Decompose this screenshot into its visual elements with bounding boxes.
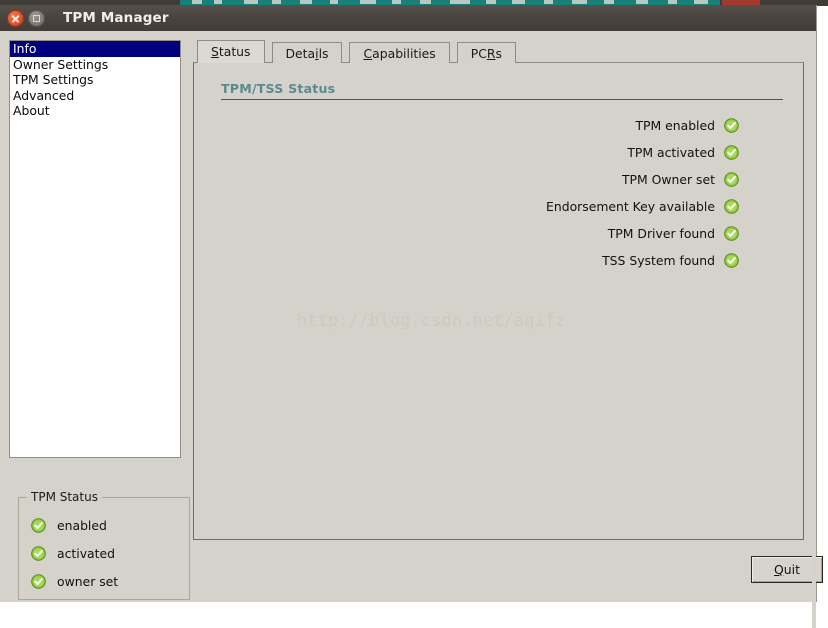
tab-status[interactable]: Status [197, 40, 265, 63]
background-speck [572, 0, 587, 4]
quit-button-label: uit [783, 562, 800, 577]
sidebar-item-about[interactable]: About [10, 103, 180, 119]
tab-capabilities[interactable]: Capabilities [349, 42, 450, 63]
check-circle-icon [724, 226, 739, 241]
check-circle-icon [31, 573, 46, 589]
check-circle-icon [31, 517, 46, 533]
tpm-status-groupbox: TPM Status enabled activated owner set [18, 490, 190, 600]
tab-details-label-a: Deta [285, 46, 316, 61]
maximize-icon[interactable] [28, 9, 45, 27]
status-row-list: TPM enabled TPM activated TPM Owner set … [194, 112, 739, 274]
status-row-tpm-activated: TPM activated [194, 139, 739, 166]
background-speck [360, 0, 376, 4]
sidebar-nav-list[interactable]: Info Owner Settings TPM Settings Advance… [9, 40, 181, 458]
tpm-status-row-enabled: enabled [31, 514, 189, 536]
sidebar-item-tpm-settings[interactable]: TPM Settings [10, 72, 180, 88]
check-circle-icon [724, 253, 739, 268]
status-row-tpm-enabled: TPM enabled [194, 112, 739, 139]
tab-details[interactable]: Details [271, 42, 343, 63]
tpm-manager-window: TPM Manager Info Owner Settings TPM Sett… [0, 5, 823, 628]
tpm-status-row-owner-set: owner set [31, 570, 189, 592]
left-column: Info Owner Settings TPM Settings Advance… [9, 40, 190, 600]
background-speck [420, 0, 431, 4]
sidebar-item-advanced[interactable]: Advanced [10, 88, 180, 104]
background-speck [544, 0, 553, 4]
tab-pcrs[interactable]: PCRs [456, 42, 516, 63]
tab-capabilities-label: apabilities [372, 46, 436, 61]
section-divider [221, 99, 783, 100]
check-circle-icon [724, 145, 739, 160]
background-speck [330, 0, 338, 4]
tpm-status-label-activated: activated [57, 545, 115, 561]
window-right-frame [812, 31, 816, 628]
status-label-tpm-driver-found: TPM Driver found [607, 226, 715, 241]
background-speck [300, 0, 312, 4]
background-speck [636, 0, 648, 4]
window-body: Info Owner Settings TPM Settings Advance… [0, 31, 823, 628]
tab-strip: Status Details Capabilities PCRs [193, 40, 804, 63]
check-circle-icon [724, 172, 739, 187]
background-speck [214, 0, 222, 4]
status-label-endorsement-key-available: Endorsement Key available [546, 199, 715, 214]
check-circle-icon [31, 545, 46, 561]
watermark-text: http://blog.csdn.net/aqifz [297, 311, 566, 330]
section-title: TPM/TSS Status [221, 81, 336, 96]
background-speck [272, 0, 281, 4]
tab-status-mnemonic: S [211, 44, 219, 59]
background-speck [694, 0, 708, 4]
background-speck [604, 0, 614, 4]
window-title: TPM Manager [63, 10, 169, 26]
tpm-status-row-activated: activated [31, 542, 189, 564]
status-tab-page: TPM/TSS Status TPM enabled TPM activated [193, 62, 804, 540]
tab-pcrs-label-b: s [495, 46, 502, 61]
content-area: Status Details Capabilities PCRs TPM/TSS… [193, 40, 823, 585]
sidebar-item-owner-settings[interactable]: Owner Settings [10, 57, 180, 73]
background-speck [450, 0, 470, 4]
background-speck [392, 0, 401, 4]
status-label-tss-system-found: TSS System found [602, 253, 715, 268]
tpm-status-label-owner-set: owner set [57, 573, 119, 589]
status-row-tpm-driver-found: TPM Driver found [194, 220, 739, 247]
close-icon[interactable] [7, 9, 24, 27]
check-circle-icon [724, 199, 739, 214]
tpm-status-label-enabled: enabled [57, 517, 107, 533]
status-label-tpm-enabled: TPM enabled [635, 118, 715, 133]
status-row-endorsement-key-available: Endorsement Key available [194, 193, 739, 220]
tab-details-label-b: ls [318, 46, 329, 61]
tab-capabilities-mnemonic: C [363, 46, 373, 61]
tpm-status-groupbox-legend: TPM Status [27, 490, 102, 504]
sidebar-item-info[interactable]: Info [10, 41, 180, 57]
background-speck [512, 0, 525, 4]
background-speck [244, 0, 258, 4]
background-speck [486, 0, 496, 4]
tpm-status-groupbox-rows: enabled activated owner set [19, 498, 189, 592]
status-row-tpm-owner-set: TPM Owner set [194, 166, 739, 193]
status-row-tss-system-found: TSS System found [194, 247, 739, 274]
status-label-tpm-activated: TPM activated [627, 145, 715, 160]
quit-button-mnemonic: Q [774, 562, 784, 577]
window-title-bar: TPM Manager [0, 5, 816, 31]
status-label-tpm-owner-set: TPM Owner set [621, 172, 715, 187]
check-circle-icon [724, 118, 739, 133]
background-speck [192, 0, 202, 4]
tab-pcrs-label-a: PC [470, 46, 487, 61]
background-speck [668, 0, 677, 4]
tab-pcrs-mnemonic: R [486, 46, 496, 61]
tab-status-label: tatus [218, 44, 251, 59]
